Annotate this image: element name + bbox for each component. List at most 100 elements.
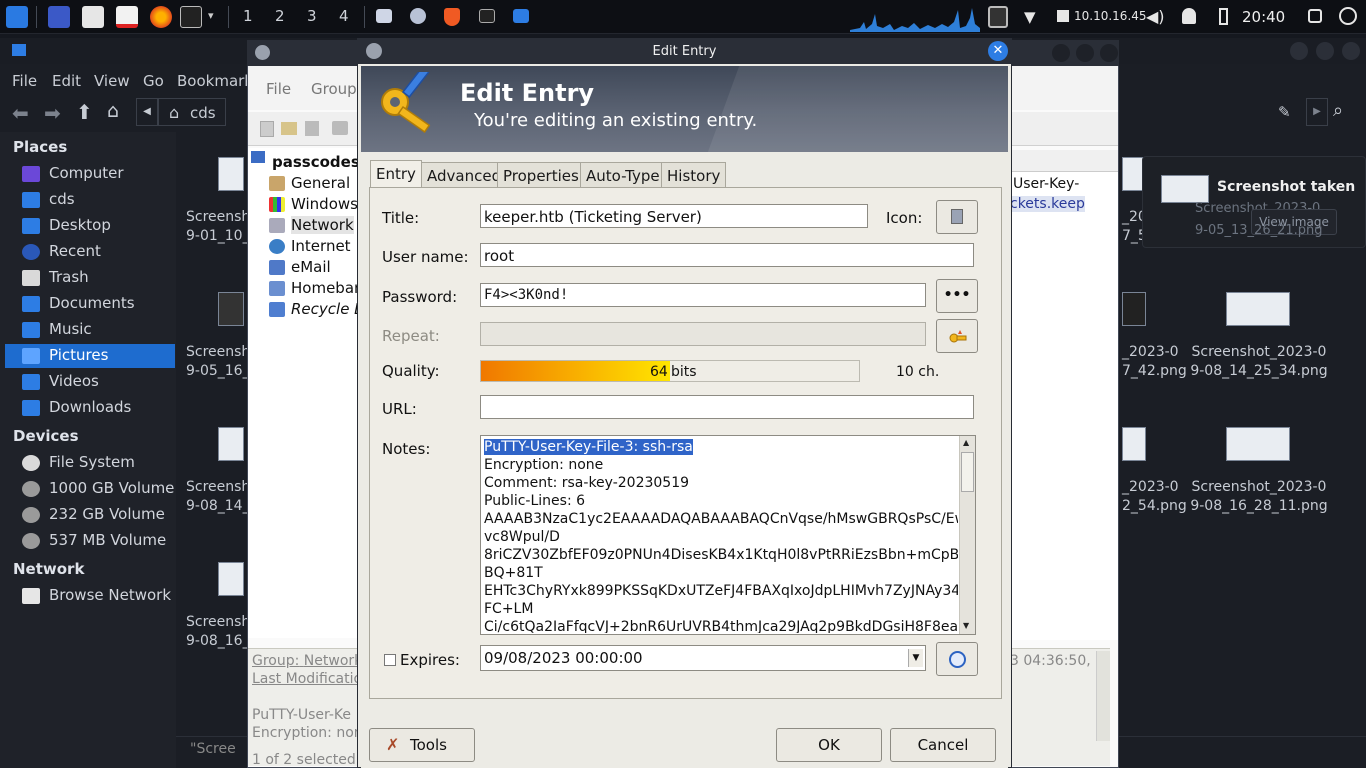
fm-menu-view[interactable]: View bbox=[94, 72, 130, 90]
battery-icon[interactable] bbox=[1219, 8, 1228, 25]
search-icon[interactable]: ⌕ bbox=[1333, 100, 1343, 121]
back-icon[interactable]: ⬅ bbox=[12, 101, 29, 125]
cancel-button[interactable]: Cancel bbox=[890, 728, 996, 762]
show-desktop-icon[interactable] bbox=[48, 6, 70, 28]
tree-item-windows[interactable]: Windows bbox=[291, 195, 358, 213]
window-button-icon[interactable] bbox=[376, 9, 392, 23]
close-button[interactable] bbox=[1100, 44, 1118, 62]
brave-icon[interactable] bbox=[444, 8, 460, 26]
sidebar-item-videos[interactable]: Videos bbox=[5, 370, 175, 394]
sidebar-item-downloads[interactable]: Downloads bbox=[5, 396, 175, 420]
file-label[interactable]: _2023-0 7_42.png bbox=[1122, 343, 1187, 381]
file-label[interactable]: Screenshot_2023-0 9-08_16_28_11.png bbox=[1190, 478, 1328, 516]
tab-history[interactable]: History bbox=[661, 162, 727, 188]
breadcrumb[interactable]: ⌂ cds bbox=[158, 98, 226, 126]
list-item[interactable]: User-Key- bbox=[1013, 176, 1079, 192]
new-database-icon[interactable] bbox=[260, 121, 274, 137]
tab-entry[interactable]: Entry bbox=[370, 160, 422, 188]
sidebar-item-volume-537[interactable]: 537 MB Volume bbox=[5, 529, 175, 553]
file-thumbnail[interactable] bbox=[218, 427, 244, 461]
path-right-arrow[interactable]: ▶ bbox=[1306, 98, 1328, 126]
tree-item-general[interactable]: General bbox=[291, 174, 350, 192]
clock[interactable]: 20:40 bbox=[1242, 8, 1285, 26]
show-password-button[interactable]: ••• bbox=[936, 279, 978, 313]
ok-button[interactable]: OK bbox=[776, 728, 882, 762]
add-entry-icon[interactable] bbox=[332, 121, 348, 135]
text-editor-icon[interactable] bbox=[116, 6, 138, 28]
save-database-icon[interactable] bbox=[305, 121, 319, 136]
sidebar-item-computer[interactable]: Computer bbox=[5, 162, 175, 186]
scroll-up-icon[interactable]: ▲ bbox=[963, 438, 969, 447]
kali-menu-icon[interactable] bbox=[6, 6, 28, 28]
chevron-down-icon[interactable]: ▼ bbox=[908, 649, 923, 667]
lock-screen-icon[interactable] bbox=[1308, 9, 1322, 23]
tree-root[interactable]: passcodes bbox=[272, 153, 360, 171]
dialog-close-button[interactable]: ✕ bbox=[988, 41, 1008, 61]
up-icon[interactable]: ⬆ bbox=[76, 100, 93, 124]
file-label[interactable]: Screensh 9-01_10_ bbox=[186, 208, 250, 246]
sidebar-item-trash[interactable]: Trash bbox=[5, 266, 175, 290]
scroll-down-icon[interactable]: ▼ bbox=[963, 621, 969, 630]
expiry-presets-button[interactable] bbox=[936, 642, 978, 676]
expires-checkbox[interactable] bbox=[384, 654, 396, 666]
info-scrollbar[interactable] bbox=[1096, 651, 1110, 741]
sidebar-item-music[interactable]: Music bbox=[5, 318, 175, 342]
list-item[interactable]: ckets.keep bbox=[1010, 196, 1085, 212]
notification-bell-icon[interactable] bbox=[1182, 8, 1196, 24]
workspace-1[interactable]: 1 bbox=[243, 7, 253, 25]
forward-icon[interactable]: ➡ bbox=[44, 101, 61, 125]
notes-scrollbar[interactable]: ▲ ▼ bbox=[959, 436, 975, 634]
list-header[interactable] bbox=[1010, 150, 1118, 172]
icon-picker-button[interactable] bbox=[936, 200, 978, 234]
file-thumbnail[interactable] bbox=[1226, 292, 1290, 326]
file-label[interactable]: _2023-0 2_54.png bbox=[1122, 478, 1187, 516]
window-button-keepass-icon[interactable] bbox=[410, 8, 426, 24]
file-label[interactable]: Screensh 9-05_16_ bbox=[186, 343, 250, 381]
screenshot-notification[interactable]: Screenshot taken Screenshot_2023-0 View … bbox=[1142, 156, 1366, 248]
fm-menu-edit[interactable]: Edit bbox=[52, 72, 81, 90]
volume-icon[interactable]: ◀) bbox=[1146, 7, 1165, 26]
firefox-icon[interactable] bbox=[150, 6, 172, 28]
tree-item-network[interactable]: Network bbox=[291, 216, 354, 234]
expires-datetime-field[interactable]: 09/08/2023 00:00:00 bbox=[480, 645, 926, 671]
path-left-arrow[interactable]: ◀ bbox=[136, 98, 158, 126]
username-field[interactable]: root bbox=[480, 243, 974, 267]
file-thumbnail[interactable] bbox=[218, 157, 244, 191]
fm-menu-file[interactable]: File bbox=[12, 72, 37, 90]
home-icon[interactable]: ⌂ bbox=[107, 100, 119, 122]
sidebar-item-documents[interactable]: Documents bbox=[5, 292, 175, 316]
window-button-terminal-icon[interactable] bbox=[479, 9, 495, 23]
sidebar-item-desktop[interactable]: Desktop bbox=[5, 214, 175, 238]
window-button-filemanager-icon[interactable] bbox=[513, 9, 529, 23]
tree-item-internet[interactable]: Internet bbox=[291, 237, 351, 255]
tab-properties[interactable]: Properties bbox=[497, 162, 585, 188]
workspace-4[interactable]: 4 bbox=[339, 7, 349, 25]
sidebar-item-pictures[interactable]: Pictures bbox=[5, 344, 175, 368]
sidebar-item-volume-1000[interactable]: 1000 GB Volume bbox=[5, 477, 175, 501]
file-manager-icon[interactable] bbox=[82, 6, 104, 28]
password-field[interactable]: F4><3K0nd! bbox=[480, 283, 926, 307]
minimize-button[interactable] bbox=[1052, 44, 1070, 62]
scroll-thumb[interactable] bbox=[961, 452, 974, 492]
maximize-button[interactable] bbox=[1316, 42, 1334, 60]
file-label[interactable]: Screensh 9-08_14_ bbox=[186, 478, 250, 516]
vpn-lock-icon[interactable] bbox=[988, 6, 1008, 28]
title-field[interactable]: keeper.htb (Ticketing Server) bbox=[480, 204, 868, 228]
file-label[interactable]: Screensh 9-08_16_ bbox=[186, 613, 250, 651]
repeat-password-field[interactable] bbox=[480, 322, 926, 346]
tree-item-homebanking[interactable]: Homeban bbox=[291, 279, 364, 297]
sidebar-item-volume-232[interactable]: 232 GB Volume bbox=[5, 503, 175, 527]
file-thumbnail[interactable] bbox=[218, 292, 244, 326]
breadcrumb-item[interactable]: cds bbox=[190, 104, 216, 122]
workspace-2[interactable]: 2 bbox=[275, 7, 285, 25]
kp-menu-group[interactable]: Group bbox=[311, 80, 357, 98]
tree-item-email[interactable]: eMail bbox=[291, 258, 331, 276]
tab-advanced[interactable]: Advanced bbox=[421, 162, 508, 188]
close-button[interactable] bbox=[1342, 42, 1360, 60]
fm-menu-bookmark[interactable]: Bookmark bbox=[177, 72, 253, 90]
open-database-icon[interactable] bbox=[281, 122, 297, 135]
minimize-button[interactable] bbox=[1290, 42, 1308, 60]
chevron-down-icon[interactable]: ▾ bbox=[208, 9, 214, 22]
tab-auto-type[interactable]: Auto-Type bbox=[580, 162, 666, 188]
power-icon[interactable] bbox=[1339, 7, 1357, 25]
